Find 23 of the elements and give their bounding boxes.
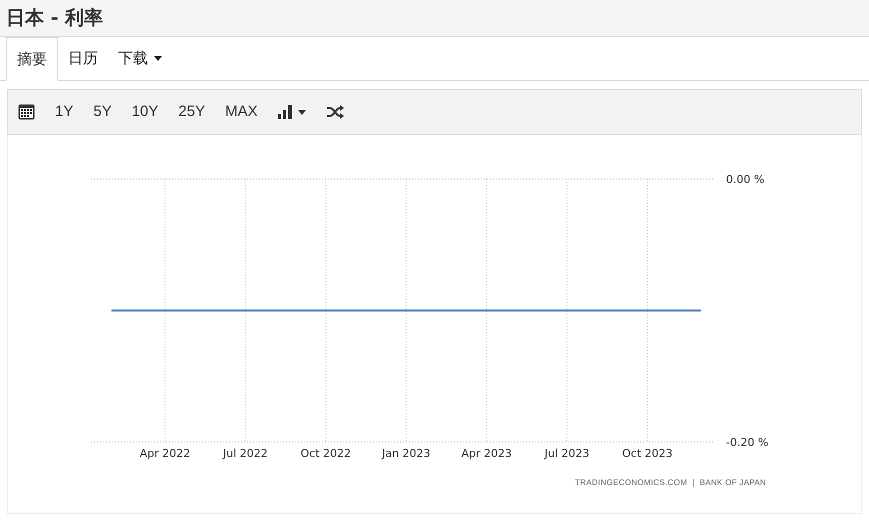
range-button[interactable]: 1Y <box>46 95 82 129</box>
bar-chart-icon <box>278 105 292 119</box>
x-axis-label: Jul 2023 <box>544 447 590 460</box>
x-axis-label: Oct 2023 <box>622 447 673 460</box>
range-button[interactable]: MAX <box>216 95 267 129</box>
calendar-icon <box>18 104 35 120</box>
range-button[interactable]: 25Y <box>169 95 214 129</box>
tab[interactable]: 下载 <box>108 36 172 80</box>
y-axis-label: -0.20 % <box>726 436 768 449</box>
source-note: TRADINGECONOMICS.COM | BANK OF JAPAN <box>575 477 766 489</box>
x-axis-label: Jan 2023 <box>382 447 430 460</box>
tab[interactable]: 日历 <box>58 36 108 80</box>
range-button[interactable]: 10Y <box>122 95 168 129</box>
x-axis-label: Jul 2022 <box>223 447 268 460</box>
x-axis-label: Apr 2023 <box>461 447 512 460</box>
x-axis-label: Apr 2022 <box>140 447 190 460</box>
y-axis-label: 0.00 % <box>726 173 764 186</box>
page-title: 日本 - 利率 <box>6 6 104 31</box>
caret-icon <box>298 110 306 114</box>
tab[interactable]: 摘要 <box>6 37 58 81</box>
range-button[interactable]: 5Y <box>84 95 121 129</box>
x-axis-label: Oct 2022 <box>300 447 352 460</box>
shuffle-icon <box>326 105 344 119</box>
